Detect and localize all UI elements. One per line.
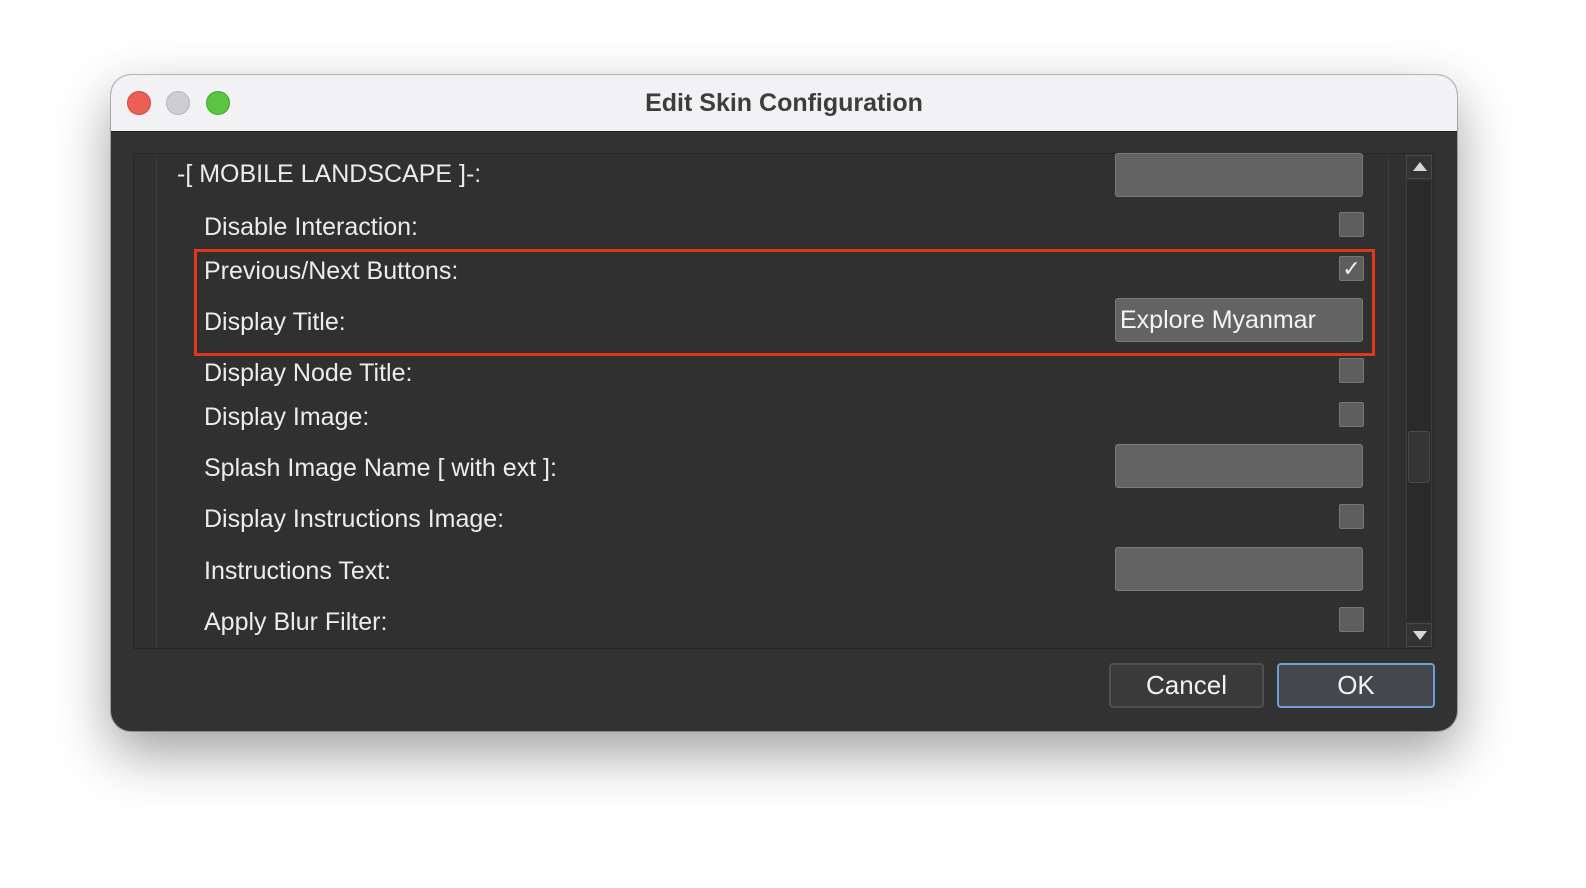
scroll-down-button[interactable]: [1406, 623, 1432, 647]
display-title-input[interactable]: Explore Myanmar: [1115, 298, 1363, 342]
display-image-checkbox[interactable]: [1339, 402, 1364, 427]
ok-button[interactable]: OK: [1277, 663, 1435, 708]
edit-skin-configuration-dialog: Edit Skin Configuration -[ MOBILE LANDSC…: [111, 75, 1457, 731]
display-instructions-image-label: Display Instructions Image:: [204, 505, 505, 533]
display-node-title-checkbox[interactable]: [1339, 358, 1364, 383]
apply-blur-filter-label: Apply Blur Filter:: [204, 608, 388, 636]
section-header-mobile-landscape: -[ MOBILE LANDSCAPE ]-:: [177, 160, 482, 188]
cancel-button[interactable]: Cancel: [1109, 663, 1264, 708]
display-instructions-image-checkbox[interactable]: [1339, 504, 1364, 529]
scroll-thumb[interactable]: [1408, 431, 1430, 483]
instructions-text-label: Instructions Text:: [204, 557, 392, 585]
vertical-scrollbar[interactable]: [1406, 155, 1432, 647]
title-bar[interactable]: Edit Skin Configuration: [111, 75, 1457, 132]
window-title: Edit Skin Configuration: [645, 89, 923, 117]
instructions-text-input[interactable]: [1115, 547, 1363, 591]
previous-next-buttons-label: Previous/Next Buttons:: [204, 257, 459, 285]
display-title-label: Display Title:: [204, 308, 346, 336]
display-node-title-label: Display Node Title:: [204, 359, 413, 387]
disable-interaction-checkbox[interactable]: [1339, 212, 1364, 237]
splash-image-name-label: Splash Image Name [ with ext ]:: [204, 454, 557, 482]
triangle-up-icon: [1413, 162, 1427, 171]
checkmark-icon: ✓: [1342, 256, 1361, 281]
settings-scroll-panel: -[ MOBILE LANDSCAPE ]-: Disable Interact…: [133, 153, 1434, 649]
triangle-down-icon: [1413, 631, 1427, 640]
splash-image-name-input[interactable]: [1115, 444, 1363, 488]
display-image-label: Display Image:: [204, 403, 370, 431]
scroll-up-button[interactable]: [1406, 155, 1432, 179]
column-divider: [1388, 154, 1389, 648]
section-header-field[interactable]: [1115, 153, 1363, 197]
tree-indent-line: [156, 154, 157, 648]
scroll-track[interactable]: [1406, 181, 1432, 621]
disable-interaction-label: Disable Interaction:: [204, 213, 419, 241]
apply-blur-filter-checkbox[interactable]: [1339, 607, 1364, 632]
previous-next-buttons-checkbox[interactable]: ✓: [1339, 256, 1364, 281]
